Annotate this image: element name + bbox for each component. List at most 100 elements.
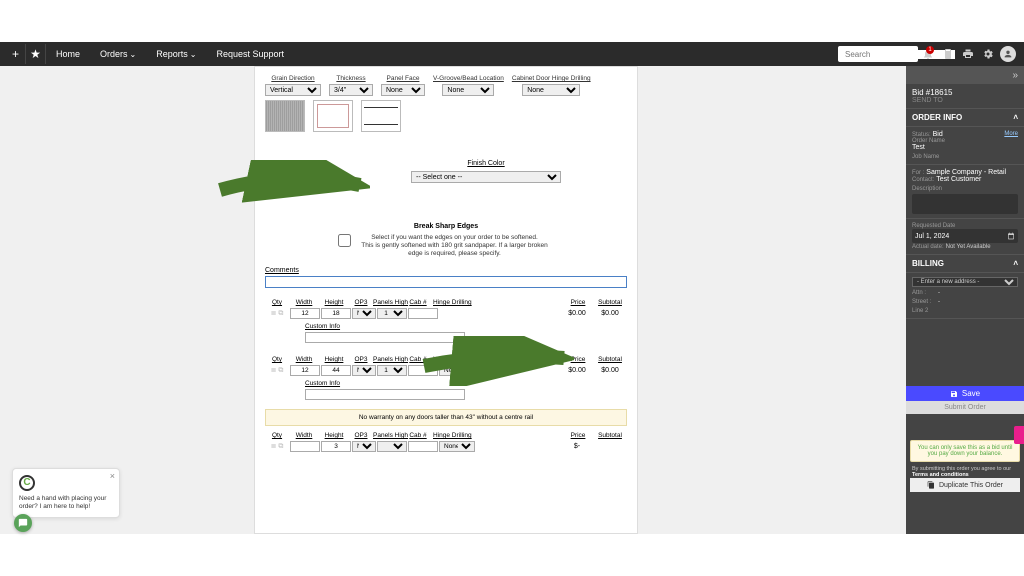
width-input[interactable] (290, 365, 320, 376)
save-icon (950, 390, 958, 398)
contact-value: Test Customer (936, 176, 981, 183)
nav-request-support[interactable]: Request Support (206, 49, 294, 59)
collapse-panel-icon[interactable]: » (1012, 70, 1018, 81)
cab-input[interactable] (408, 441, 438, 452)
hinge-select[interactable]: None (439, 441, 475, 452)
chevron-up-icon: ˄ (1013, 259, 1018, 268)
panel-collapse-strip: » (906, 66, 1024, 84)
user-avatar[interactable] (998, 44, 1018, 64)
col-op3: OP3 (349, 299, 373, 306)
grain-preview-swatch (265, 100, 305, 132)
line-subtotal: $0.00 (593, 367, 627, 374)
status-value: Bid (933, 131, 943, 138)
chat-message: Need a hand with placing your order? I a… (19, 495, 113, 511)
line-item-row: ≣ ⧉ N 1 None $0.00 $0.00 (265, 365, 627, 376)
grain-direction-select[interactable]: Vertical (265, 84, 321, 96)
col-width: Width (289, 299, 319, 306)
finish-color-select[interactable]: -- Select one -- (411, 171, 561, 183)
comments-label: Comments (265, 267, 299, 274)
height-input[interactable] (321, 441, 351, 452)
custom-info-input[interactable] (305, 332, 465, 343)
hinge-select[interactable]: None (439, 365, 475, 376)
break-edges-title: Break Sharp Edges (265, 223, 627, 230)
order-side-panel: Bid #18615 SEND TO ORDER INFO˄ Status: B… (906, 84, 1024, 534)
door-height-warning: No warranty on any doors taller than 43"… (265, 409, 627, 426)
cab-input[interactable] (408, 365, 438, 376)
comments-input[interactable] (265, 276, 627, 288)
panels-select[interactable]: 1 (377, 365, 407, 376)
panel-face-label: Panel Face (387, 75, 420, 82)
vgroove-label: V-Groove/Bead Location (433, 75, 504, 82)
width-input[interactable] (290, 441, 320, 452)
height-input[interactable] (321, 365, 351, 376)
save-button[interactable]: Save (906, 386, 1024, 401)
feedback-tab[interactable] (1014, 426, 1024, 444)
add-button[interactable]: + (6, 44, 26, 64)
col-height: Height (319, 299, 349, 306)
favorite-button[interactable]: ★ (26, 44, 46, 64)
op3-select[interactable]: N (352, 308, 376, 319)
clipboard-icon[interactable] (938, 44, 958, 64)
for-value: Sample Company - Retail (926, 169, 1006, 176)
panel-face-select[interactable]: None (381, 84, 425, 96)
col-qty: Qty (265, 299, 289, 306)
notification-badge: 1 (926, 46, 934, 54)
requested-date-field[interactable]: Jul 1, 2024 (912, 229, 1018, 243)
drag-handle-icon[interactable]: ≣ ⧉ (265, 442, 289, 451)
col-panels: Panels High (373, 299, 403, 306)
search-box[interactable] (838, 46, 918, 62)
drag-handle-icon[interactable]: ≣ ⧉ (265, 309, 289, 318)
panels-select[interactable] (377, 441, 407, 452)
billing-address-select[interactable]: - Enter a new address - (912, 277, 1018, 287)
col-price: Price (563, 299, 593, 306)
line-item-row: ≣ ⧉ N None $- (265, 441, 627, 452)
send-to-label: SEND TO (912, 97, 1018, 104)
print-icon[interactable] (958, 44, 978, 64)
line-price: $0.00 (562, 367, 592, 374)
notifications-icon[interactable]: 1 (918, 44, 938, 64)
custom-info-label: Custom Info (305, 380, 627, 387)
chat-popup: × C Need a hand with placing your order?… (12, 468, 120, 518)
line-price: $- (562, 443, 592, 450)
cab-input[interactable] (408, 308, 438, 319)
close-icon[interactable]: × (110, 471, 115, 481)
chat-launcher-button[interactable] (14, 514, 32, 532)
panels-select[interactable]: 1 (377, 308, 407, 319)
nav-home[interactable]: Home (46, 49, 90, 59)
break-edges-check-label: Select if you want the edges on your ord… (371, 234, 538, 241)
custom-info-input[interactable] (305, 389, 465, 400)
panelface-preview-swatch (361, 100, 401, 132)
op3-select[interactable]: N (352, 441, 376, 452)
hinge-drilling-select[interactable]: None (522, 84, 580, 96)
col-subtotal: Subtotal (593, 299, 627, 306)
duplicate-icon (927, 481, 935, 489)
duplicate-order-button[interactable]: Duplicate This Order (910, 478, 1020, 492)
vgroove-select[interactable]: None (442, 84, 494, 96)
order-info-header[interactable]: ORDER INFO˄ (906, 109, 1024, 127)
chat-icon (18, 518, 28, 528)
balance-notice: You can only save this as a bid until yo… (910, 440, 1020, 462)
terms-text: By submitting this order you agree to ou… (912, 466, 1018, 478)
gear-icon[interactable] (978, 44, 998, 64)
nav-orders[interactable]: Orders (90, 49, 146, 59)
bid-number: Bid #18615 (912, 88, 1018, 97)
height-input[interactable] (321, 308, 351, 319)
chevron-up-icon: ˄ (1013, 113, 1018, 122)
line-price: $0.00 (562, 310, 592, 317)
break-edges-checkbox[interactable] (338, 234, 351, 247)
thickness-select[interactable]: 3/4" (329, 84, 373, 96)
more-link[interactable]: More (1004, 131, 1018, 137)
thickness-label: Thickness (336, 75, 365, 82)
break-edges-desc: This is gently softened with 180 grit sa… (361, 242, 547, 257)
job-name-label: Job Name (912, 154, 1018, 160)
description-input[interactable] (912, 194, 1018, 214)
nav-reports[interactable]: Reports (146, 49, 206, 59)
order-name-value: Test (912, 144, 1018, 151)
op3-select[interactable]: N (352, 365, 376, 376)
drag-handle-icon[interactable]: ≣ ⧉ (265, 366, 289, 375)
billing-header[interactable]: BILLING˄ (906, 255, 1024, 273)
finish-color-label: Finish Color (345, 160, 627, 167)
calendar-icon (1007, 232, 1015, 240)
width-input[interactable] (290, 308, 320, 319)
top-navbar: + ★ Home Orders Reports Request Support … (0, 42, 1024, 66)
